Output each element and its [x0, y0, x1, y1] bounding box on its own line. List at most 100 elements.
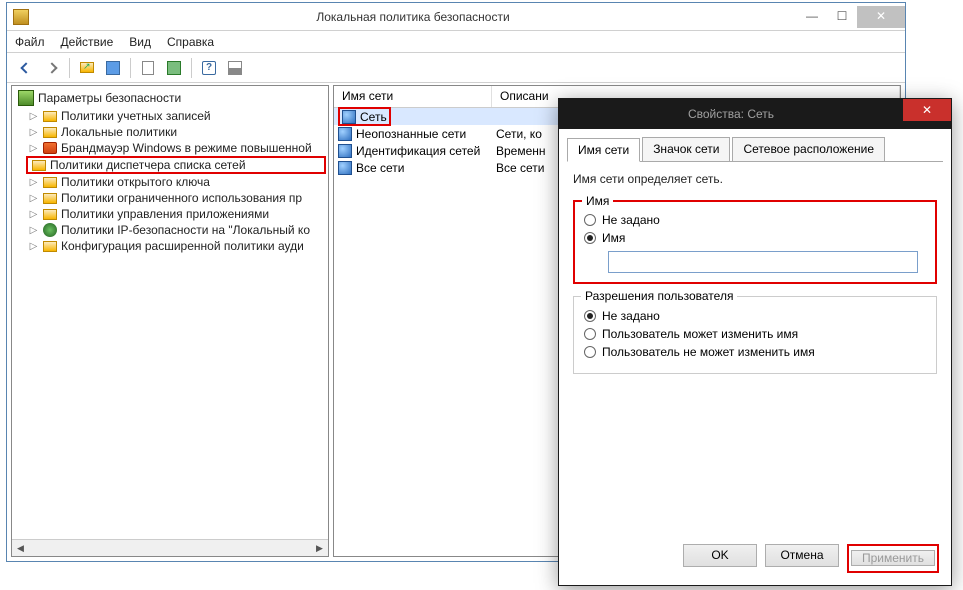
tab-network-location[interactable]: Сетевое расположение — [732, 137, 885, 161]
close-button[interactable]: ✕ — [857, 6, 905, 28]
expand-icon[interactable]: ▷ — [28, 143, 39, 154]
tree-item-public-key[interactable]: ▷ Политики открытого ключа — [14, 174, 326, 190]
tree-item-network-list-manager[interactable]: Политики диспетчера списка сетей — [26, 156, 326, 174]
menu-bar: Файл Действие Вид Справка — [7, 31, 905, 53]
tree-item-firewall[interactable]: ▷ Брандмауэр Windows в режиме повышенной — [14, 140, 326, 156]
expand-icon[interactable]: ▷ — [28, 177, 39, 188]
scroll-right-icon[interactable]: ▶ — [311, 540, 328, 557]
help-button[interactable]: ? — [198, 57, 220, 79]
tree-root[interactable]: Параметры безопасности — [14, 88, 326, 108]
tree-item-ip-security[interactable]: ▷ Политики IP-безопасности на "Локальный… — [14, 222, 326, 238]
column-header-name[interactable]: Имя сети — [334, 86, 492, 107]
list-cell-name: Неопознанные сети — [356, 127, 466, 141]
export-icon — [167, 61, 181, 75]
radio-icon — [584, 232, 596, 244]
expand-icon[interactable]: ▷ — [28, 193, 39, 204]
tree-item-label: Политики диспетчера списка сетей — [50, 158, 246, 172]
grid-icon — [228, 61, 242, 75]
scroll-left-icon[interactable]: ◀ — [12, 540, 29, 557]
toolbar-divider — [69, 58, 70, 78]
help-icon: ? — [202, 61, 216, 75]
tree-scrollbar[interactable]: ◀ ▶ — [12, 539, 328, 556]
firewall-icon — [43, 142, 57, 154]
window-title: Локальная политика безопасности — [29, 10, 797, 24]
tree-item-software-restriction[interactable]: ▷ Политики ограниченного использования п… — [14, 190, 326, 206]
arrow-left-icon — [20, 62, 31, 73]
radio-label: Не задано — [602, 213, 660, 227]
radio-icon — [584, 328, 596, 340]
expand-icon[interactable]: ▷ — [28, 209, 39, 220]
dialog-close-button[interactable]: ✕ — [903, 99, 951, 121]
toolbar-divider — [130, 58, 131, 78]
panel-icon — [106, 61, 120, 75]
menu-view[interactable]: Вид — [129, 35, 151, 49]
apply-button[interactable]: Применить — [851, 550, 935, 566]
forward-button[interactable] — [41, 57, 63, 79]
radio-perm-not-set[interactable]: Не задано — [584, 309, 926, 323]
radio-icon — [584, 214, 596, 226]
titlebar: Локальная политика безопасности — ☐ ✕ — [7, 3, 905, 31]
name-legend: Имя — [582, 194, 613, 208]
tree-item-app-control[interactable]: ▷ Политики управления приложениями — [14, 206, 326, 222]
toolbar: ? — [7, 53, 905, 83]
folder-icon — [43, 111, 57, 122]
arrow-right-icon — [46, 62, 57, 73]
maximize-button[interactable]: ☐ — [827, 6, 857, 28]
tree-item-label: Политики управления приложениями — [61, 207, 269, 221]
tree-item-account-policies[interactable]: ▷ Политики учетных записей — [14, 108, 326, 124]
panel-button[interactable] — [102, 57, 124, 79]
expand-icon[interactable]: ▷ — [28, 225, 39, 236]
network-icon — [338, 161, 352, 175]
minimize-button[interactable]: — — [797, 6, 827, 28]
dialog-body: Имя сети Значок сети Сетевое расположени… — [559, 129, 951, 404]
folder-up-icon — [80, 62, 94, 73]
radio-label: Имя — [602, 231, 625, 245]
tree-root-label: Параметры безопасности — [38, 91, 181, 105]
tab-network-name[interactable]: Имя сети — [567, 138, 640, 162]
tab-content: Имя сети определяет сеть. Имя Не задано … — [567, 162, 943, 396]
network-icon — [338, 144, 352, 158]
folder-icon — [43, 209, 57, 220]
ok-button[interactable]: OK — [683, 544, 757, 567]
menu-file[interactable]: Файл — [15, 35, 45, 49]
expand-icon[interactable]: ▷ — [28, 127, 39, 138]
tree-panel[interactable]: Параметры безопасности ▷ Политики учетны… — [11, 85, 329, 557]
folder-icon — [32, 160, 46, 171]
list-cell-name: Идентификация сетей — [356, 144, 480, 158]
folder-icon — [43, 127, 57, 138]
export-button[interactable] — [163, 57, 185, 79]
radio-label: Пользователь может изменить имя — [602, 327, 798, 341]
ipsec-icon — [43, 223, 57, 237]
up-button[interactable] — [76, 57, 98, 79]
radio-perm-can-change[interactable]: Пользователь может изменить имя — [584, 327, 926, 341]
tree-item-label: Локальные политики — [61, 125, 177, 139]
cancel-button[interactable]: Отмена — [765, 544, 839, 567]
apply-button-highlight: Применить — [847, 544, 939, 573]
menu-help[interactable]: Справка — [167, 35, 214, 49]
network-name-input[interactable] — [608, 251, 918, 273]
dialog-titlebar: Свойства: Сеть ✕ — [559, 99, 951, 129]
properties-button[interactable] — [137, 57, 159, 79]
name-group: Имя Не задано Имя — [573, 200, 937, 284]
list-cell-name: Все сети — [356, 161, 405, 175]
radio-label: Не задано — [602, 309, 660, 323]
grid-button[interactable] — [224, 57, 246, 79]
radio-icon — [584, 346, 596, 358]
back-button[interactable] — [15, 57, 37, 79]
tree-item-local-policies[interactable]: ▷ Локальные политики — [14, 124, 326, 140]
tree-item-advanced-audit[interactable]: ▷ Конфигурация расширенной политики ауди — [14, 238, 326, 254]
toolbar-divider — [191, 58, 192, 78]
tab-network-icon[interactable]: Значок сети — [642, 137, 730, 161]
radio-not-set[interactable]: Не задано — [584, 213, 926, 227]
expand-icon[interactable]: ▷ — [28, 241, 39, 252]
permissions-group: Разрешения пользователя Не задано Пользо… — [573, 296, 937, 374]
radio-perm-cannot-change[interactable]: Пользователь не может изменить имя — [584, 345, 926, 359]
menu-action[interactable]: Действие — [61, 35, 114, 49]
window-controls: — ☐ ✕ — [797, 6, 905, 28]
list-cell-name: Сеть — [360, 110, 387, 124]
tree-item-label: Политики ограниченного использования пр — [61, 191, 302, 205]
dialog-buttons: OK Отмена Применить — [683, 544, 939, 573]
folder-icon — [43, 193, 57, 204]
radio-name[interactable]: Имя — [584, 231, 926, 245]
expand-icon[interactable]: ▷ — [28, 111, 39, 122]
